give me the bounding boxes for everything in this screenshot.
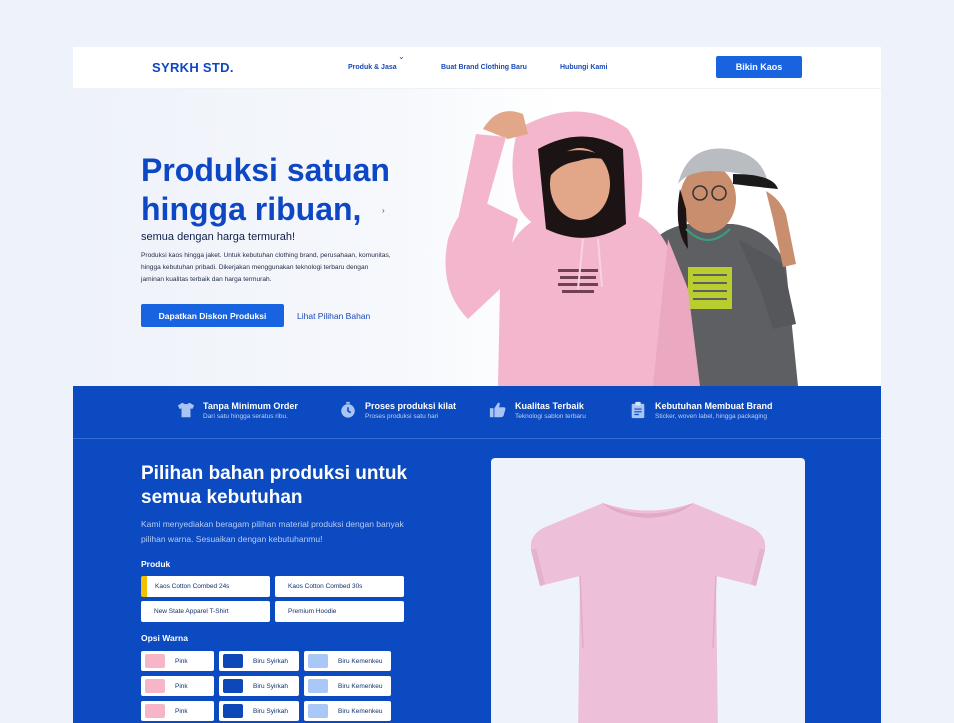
color-name: Biru Kemenkeu	[338, 657, 383, 665]
feature-title: Kebutuhan Membuat Brand	[655, 401, 773, 411]
product-option-new-state[interactable]: New State Apparel T-Shirt	[141, 601, 270, 622]
feature-desc: Proses produksi satu hari	[365, 413, 439, 420]
materials-band: Tanpa Minimum Order Dari satu hingga ser…	[73, 386, 881, 723]
color-swatch	[223, 654, 243, 668]
feature-fast-production: Proses produksi kilat Proses produksi sa…	[339, 401, 456, 422]
color-name: Biru Syirkah	[253, 707, 289, 715]
feature-desc: Sticker, woven label, hingga packaging	[655, 413, 768, 420]
hero-subtitle: semua dengan harga termurah!	[141, 231, 296, 243]
color-option-pink[interactable]: Pink	[141, 651, 214, 671]
color-name: Biru Kemenkeu	[338, 682, 383, 690]
color-swatch	[308, 679, 328, 693]
feature-title: Proses produksi kilat	[365, 401, 457, 411]
bikin-kaos-button[interactable]: Bikin Kaos	[716, 56, 802, 78]
color-option-biru-kemenkeu[interactable]: Biru Kemenkeu	[304, 701, 391, 721]
color-swatch	[145, 679, 165, 693]
feature-brand-needs: Kebutuhan Membuat Brand Sticker, woven l…	[629, 401, 773, 422]
chevron-right-icon[interactable]: ›	[382, 206, 385, 215]
brand-logo[interactable]: SYRKH STD.	[152, 60, 234, 75]
color-name: Biru Syirkah	[253, 682, 289, 690]
nav-link-produk-jasa[interactable]: Produk & Jasa	[348, 64, 397, 71]
color-name: Biru Syirkah	[253, 657, 289, 665]
feature-desc: Teknologi sablon terbaru	[515, 413, 586, 420]
materials-description: Kami menyediakan beragam pilihan materia…	[141, 519, 404, 544]
see-materials-link[interactable]: Lihat Pilihan Bahan	[297, 311, 370, 321]
product-option-combed-24s[interactable]: Kaos Cotton Combed 24s	[141, 576, 270, 597]
color-name: Biru Kemenkeu	[338, 707, 383, 715]
feature-title: Kualitas Terbaik	[515, 401, 584, 411]
feature-no-minimum: Tanpa Minimum Order Dari satu hingga ser…	[177, 401, 298, 422]
model-pink-hoodie	[445, 111, 700, 386]
color-option-biru-syirkah[interactable]: Biru Syirkah	[219, 701, 299, 721]
color-name: Pink	[175, 657, 188, 665]
color-swatch	[308, 654, 328, 668]
top-navbar: SYRKH STD. Produk & Jasa ⌄ Buat Brand Cl…	[73, 47, 881, 89]
chevron-down-icon[interactable]: ⌄	[398, 53, 405, 61]
color-option-pink[interactable]: Pink	[141, 701, 214, 721]
product-option-combed-30s[interactable]: Kaos Cotton Combed 30s	[275, 576, 404, 597]
color-swatch	[223, 704, 243, 718]
feature-best-quality: Kualitas Terbaik Teknologi sablon terbar…	[489, 401, 586, 422]
stopwatch-icon	[341, 401, 355, 418]
thumbs-up-icon	[489, 402, 506, 418]
color-swatch	[308, 704, 328, 718]
color-swatch	[145, 654, 165, 668]
features-row: Tanpa Minimum Order Dari satu hingga ser…	[73, 386, 881, 439]
color-swatch	[145, 704, 165, 718]
hero-models-image	[445, 111, 798, 386]
pink-tshirt-image	[530, 503, 766, 723]
feature-desc: Dari satu hingga seratus ribu.	[203, 413, 288, 420]
product-label: Produk	[141, 559, 171, 569]
hero-title: Produksi satuan hingga ribuan,	[141, 152, 390, 227]
browser-frame: SYRKH STD. Produk & Jasa ⌄ Buat Brand Cl…	[0, 0, 954, 723]
color-name: Pink	[175, 682, 188, 690]
color-option-biru-syirkah[interactable]: Biru Syirkah	[219, 676, 299, 696]
hero-section: Produksi satuan hingga ribuan, › semua d…	[73, 89, 881, 386]
nav-link-hubungi-kami[interactable]: Hubungi Kami	[560, 64, 607, 71]
clipboard-icon	[631, 401, 645, 419]
product-option-premium-hoodie[interactable]: Premium Hoodie	[275, 601, 404, 622]
color-swatch	[223, 679, 243, 693]
product-preview-panel	[491, 458, 805, 723]
color-name: Pink	[175, 707, 188, 715]
get-discount-button[interactable]: Dapatkan Diskon Produksi	[141, 304, 284, 327]
materials-title: Pilihan bahan produksi untuk semua kebut…	[141, 463, 408, 508]
tshirt-icon	[177, 402, 195, 418]
feature-title: Tanpa Minimum Order	[203, 401, 298, 411]
color-option-biru-syirkah[interactable]: Biru Syirkah	[219, 651, 299, 671]
color-option-pink[interactable]: Pink	[141, 676, 214, 696]
nav-link-buat-brand[interactable]: Buat Brand Clothing Baru	[441, 64, 527, 71]
color-option-biru-kemenkeu[interactable]: Biru Kemenkeu	[304, 676, 391, 696]
color-option-biru-kemenkeu[interactable]: Biru Kemenkeu	[304, 651, 391, 671]
landing-page: SYRKH STD. Produk & Jasa ⌄ Buat Brand Cl…	[73, 47, 881, 723]
color-options-label: Opsi Warna	[141, 633, 188, 643]
hero-description: Produksi kaos hingga jaket. Untuk kebutu…	[141, 252, 391, 283]
